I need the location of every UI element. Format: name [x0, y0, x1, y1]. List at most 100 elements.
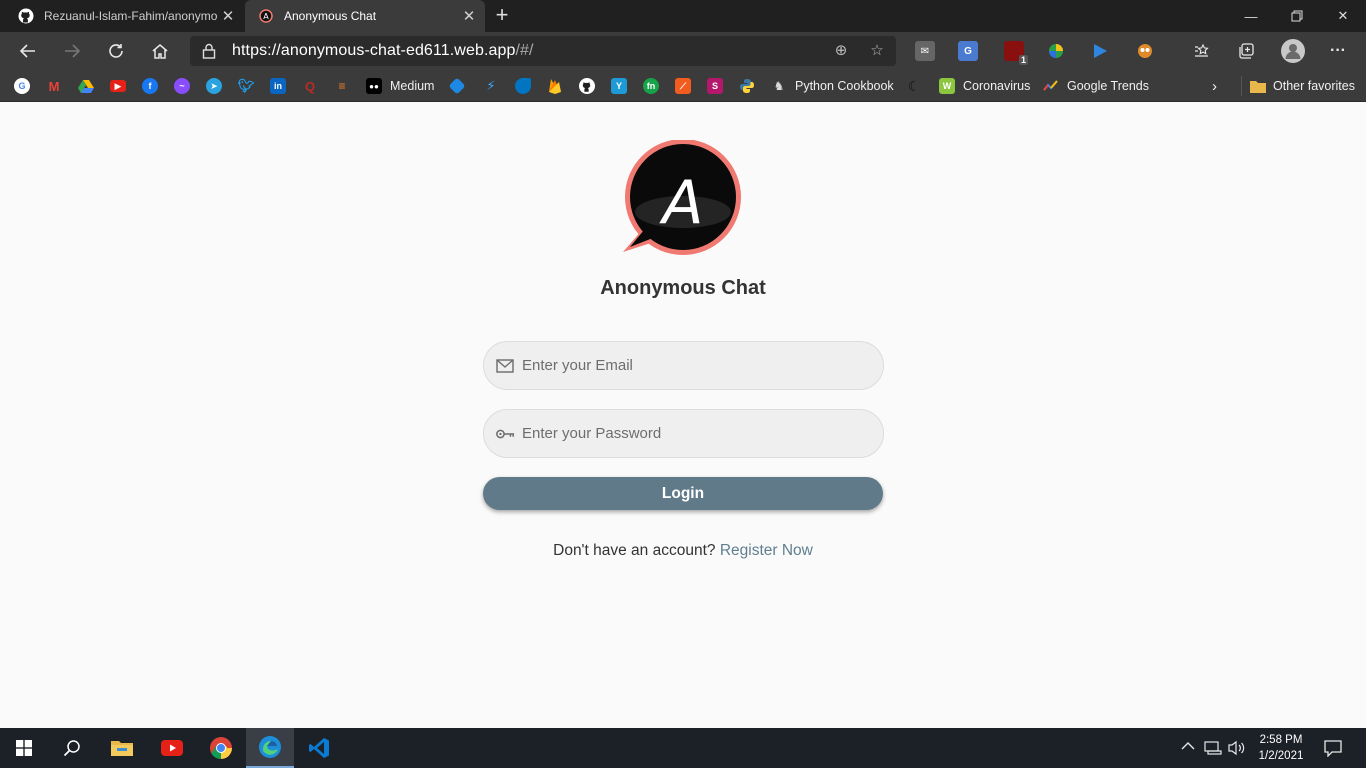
bookmark-coronavirus[interactable]: W Coronavirus [939, 77, 1030, 95]
volume-icon[interactable] [1228, 740, 1246, 759]
youtube-app-icon[interactable] [148, 728, 196, 768]
bookmark-twitter[interactable]: 🐦︎ [237, 77, 255, 95]
dart-icon [515, 78, 531, 94]
password-input[interactable] [522, 410, 872, 457]
bookmark-gmail[interactable]: M [46, 77, 62, 95]
bookmark-linkedin[interactable]: in [270, 77, 286, 95]
bookmark-drive[interactable] [78, 77, 94, 95]
bookmark-orange[interactable]: ⟋ [675, 77, 691, 95]
google-drive-icon [78, 78, 94, 94]
bookmark-firebase[interactable] [547, 77, 563, 95]
colorful-extension-icon[interactable] [1046, 41, 1066, 61]
bookmark-facebook[interactable]: f [142, 77, 158, 95]
collections-icon[interactable] [1236, 41, 1256, 61]
python-icon [739, 78, 755, 94]
browser-tab-strip: Rezuanul-Islam-Fahim/anonymous-chat ✕ A … [0, 0, 1366, 32]
tray-overflow-chevron-icon[interactable] [1181, 740, 1195, 754]
bookmark-medium[interactable]: ●● Medium [366, 77, 434, 95]
new-tab-button[interactable]: + [490, 4, 514, 28]
tab-anonymous-chat[interactable]: A Anonymous Chat ✕ [245, 0, 485, 32]
tab-github[interactable]: Rezuanul-Islam-Fahim/anonymous-chat ✕ [0, 0, 244, 32]
email-input[interactable] [522, 342, 872, 389]
twitter-icon: 🐦︎ [237, 78, 255, 93]
mail-extension-icon[interactable]: ✉ [915, 41, 935, 61]
lock-icon[interactable] [202, 43, 216, 64]
network-icon[interactable] [1204, 740, 1222, 759]
file-explorer-icon[interactable] [98, 728, 146, 768]
bookmark-dart-2[interactable] [515, 77, 531, 95]
chrome-icon[interactable] [197, 728, 245, 768]
bookmark-youtube[interactable]: ▶ [110, 77, 126, 95]
bookmark-fn[interactable]: fn [643, 77, 659, 95]
key-icon [496, 429, 515, 439]
bookmark-orange-icon: ⟋ [675, 78, 691, 94]
add-app-icon[interactable]: ⊕ [832, 42, 850, 60]
bookmark-quora[interactable]: Q [302, 77, 318, 95]
tab-title: Rezuanul-Islam-Fahim/anonymous-chat [44, 9, 218, 23]
back-icon[interactable] [14, 37, 42, 65]
bookmark-y-icon: Y [611, 78, 627, 94]
bookmarks-overflow-chevron-icon[interactable]: › [1212, 77, 1217, 95]
bookmark-label: Python Cookbook [795, 79, 894, 93]
start-windows-icon[interactable] [0, 728, 48, 768]
bookmark-google-trends[interactable]: Google Trends [1043, 77, 1149, 95]
logo-letter: A [658, 168, 703, 238]
forward-icon[interactable] [58, 37, 86, 65]
messenger-icon: ~ [174, 78, 190, 94]
refresh-icon[interactable] [102, 37, 130, 65]
password-field[interactable] [483, 409, 884, 458]
bookmark-python-cookbook[interactable]: ♞ Python Cookbook [771, 77, 894, 95]
bookmark-flutter[interactable]: ⚡︎ [483, 77, 499, 95]
address-bar[interactable]: https://anonymous-chat-ed611.web.app/#/ … [190, 36, 896, 66]
bookmark-dart[interactable] [448, 77, 466, 95]
minimize-icon[interactable]: — [1228, 0, 1274, 32]
bookmark-y[interactable]: Y [611, 77, 627, 95]
gmail-icon: M [48, 78, 60, 94]
translate-extension-icon[interactable]: G [958, 41, 978, 61]
app-title: Anonymous Chat [600, 277, 766, 299]
bookmark-stackoverflow[interactable]: ≡ [334, 77, 350, 95]
settings-more-icon[interactable]: ··· [1328, 41, 1348, 61]
edge-icon[interactable] [246, 728, 294, 768]
bookmark-s[interactable]: S [707, 77, 723, 95]
home-icon[interactable] [146, 37, 174, 65]
bookmark-telegram[interactable]: ➤ [206, 77, 222, 95]
profile-avatar-icon[interactable] [1281, 39, 1305, 63]
vscode-icon[interactable] [295, 728, 343, 768]
notifications-icon[interactable] [1324, 739, 1342, 760]
bookmark-label: Medium [390, 79, 435, 93]
bookmark-label: Coronavirus [963, 79, 1031, 93]
search-icon[interactable] [48, 728, 96, 768]
restore-icon[interactable] [1274, 0, 1320, 32]
register-prompt-line: Don't have an account? Register Now [0, 542, 1366, 560]
favorite-star-icon[interactable]: ☆ [868, 42, 886, 60]
stackoverflow-icon: ≡ [338, 79, 346, 93]
bookmark-label: Other favorites [1273, 79, 1355, 93]
svg-text:A: A [263, 12, 269, 21]
telegram-icon: ➤ [206, 78, 222, 94]
register-now-link[interactable]: Register Now [720, 542, 813, 559]
login-page: A Anonymous Chat Login Don't have an acc… [0, 103, 1366, 728]
email-field[interactable] [483, 341, 884, 390]
clock-date: 1/2/2021 [1258, 750, 1304, 762]
bookmark-python[interactable] [739, 77, 755, 95]
youtube-icon: ▶ [110, 80, 126, 92]
play-extension-icon[interactable] [1090, 41, 1110, 61]
close-tab-icon[interactable]: ✕ [459, 7, 479, 25]
bookmark-other-favorites[interactable]: Other favorites [1250, 77, 1355, 95]
bookmark-messenger[interactable]: ~ [174, 77, 190, 95]
register-prompt: Don't have an account? [553, 542, 716, 559]
favorites-list-icon[interactable] [1192, 41, 1212, 61]
owl-extension-icon[interactable] [1135, 41, 1155, 61]
taskbar-clock[interactable]: 2:58 PM 1/2/2021 [1250, 732, 1312, 764]
bookmark-fn-icon: fn [643, 78, 659, 94]
ublock-extension-icon[interactable]: 1 [1004, 41, 1028, 65]
bookmark-google[interactable]: G [14, 77, 30, 95]
bookmark-moon[interactable]: ☾ [906, 77, 922, 95]
coronavirus-icon: W [939, 78, 955, 94]
extension-badge: 1 [1018, 55, 1028, 65]
login-button[interactable]: Login [483, 477, 883, 510]
bookmark-github[interactable] [579, 77, 595, 95]
close-tab-icon[interactable]: ✕ [218, 7, 238, 25]
close-window-icon[interactable]: ✕ [1320, 0, 1366, 32]
